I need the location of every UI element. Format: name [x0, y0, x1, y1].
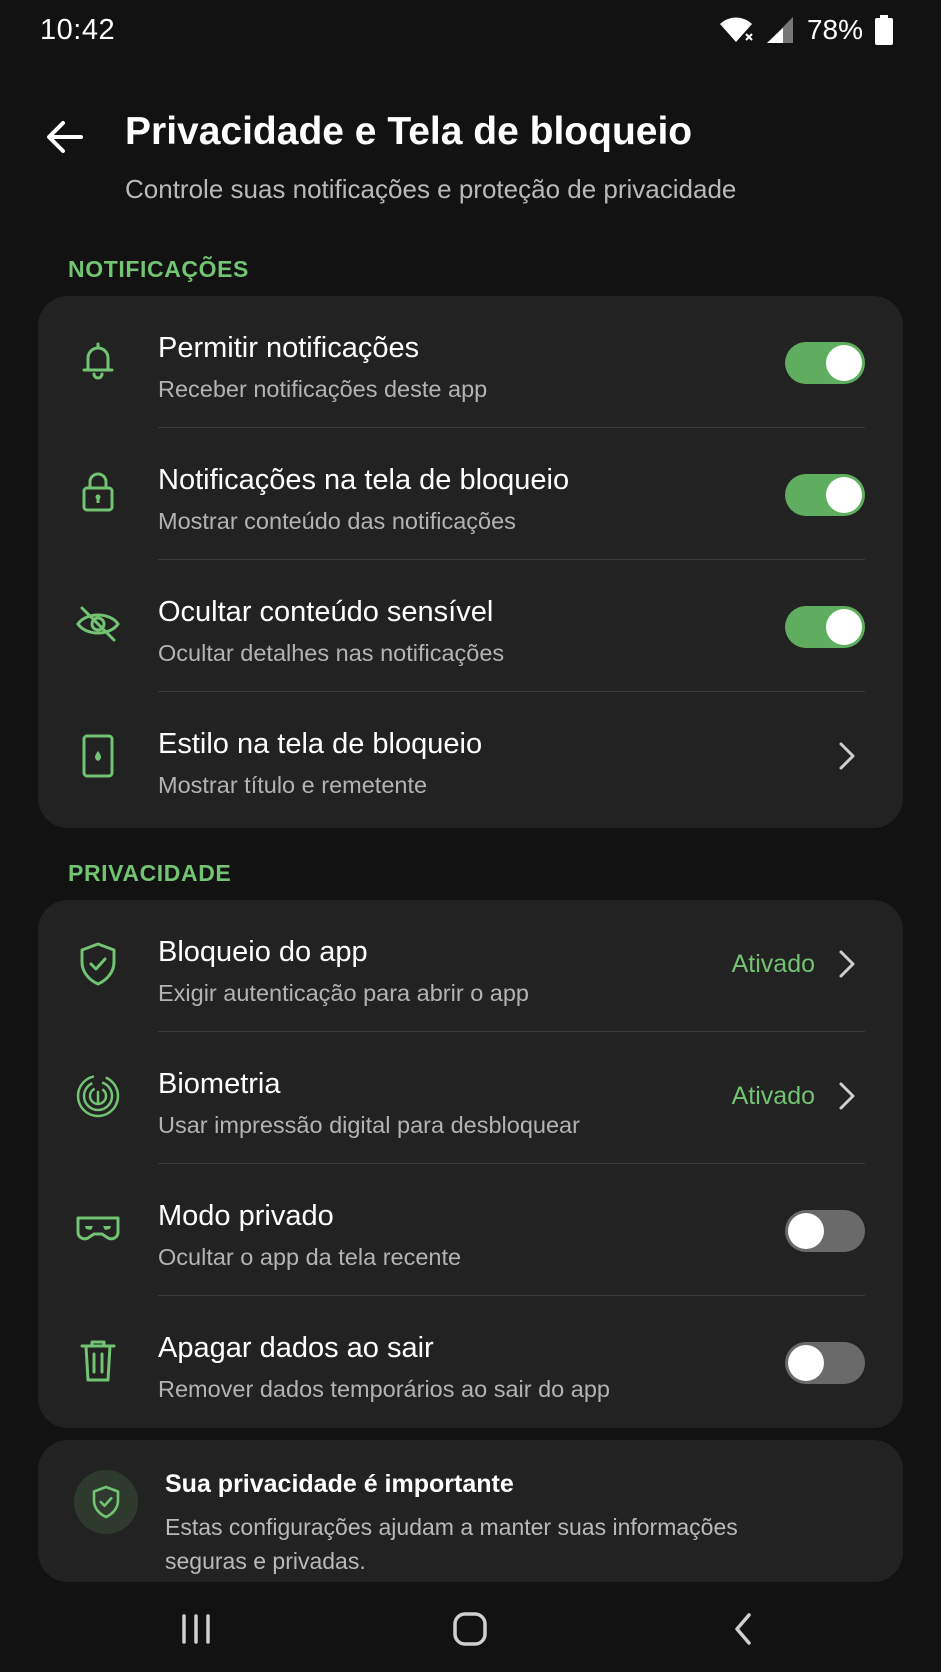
privacy-card: Bloqueio do app Exigir autenticação para…	[38, 900, 903, 1428]
arrow-left-icon	[47, 121, 83, 153]
home-icon	[453, 1612, 487, 1646]
setting-title: Modo privado	[158, 1200, 334, 1232]
setting-title: Estilo na tela de bloqueio	[158, 728, 483, 760]
navigation-bar	[0, 1590, 941, 1672]
battery-percent: 78%	[806, 14, 863, 45]
setting-title: Permitir notificações	[158, 332, 420, 364]
chevron-left-icon	[735, 1613, 751, 1645]
setting-app-lock[interactable]: Bloqueio do app Exigir autenticação para…	[38, 900, 903, 1032]
setting-hide-sensitive[interactable]: Ocultar conteúdo sensível Ocultar detalh…	[38, 560, 903, 692]
setting-biometrics[interactable]: Biometria Usar impressão digital para de…	[38, 1032, 903, 1164]
shield-check-icon	[80, 942, 116, 986]
shield-check-icon	[92, 1485, 120, 1519]
setting-lockscreen-style[interactable]: Estilo na tela de bloqueio Mostrar títul…	[38, 692, 903, 824]
setting-subtitle: Mostrar conteúdo das notificações	[158, 508, 516, 534]
info-title: Sua privacidade é importante	[165, 1470, 514, 1498]
bell-icon	[82, 342, 114, 380]
setting-title: Notificações na tela de bloqueio	[158, 464, 570, 496]
wifi-icon	[719, 17, 753, 42]
status-value: Ativado	[731, 1082, 815, 1110]
setting-title: Bloqueio do app	[158, 936, 368, 968]
setting-subtitle: Ocultar o app da tela recente	[158, 1244, 462, 1270]
setting-subtitle: Receber notificações deste app	[158, 376, 488, 402]
setting-subtitle: Mostrar título e remetente	[158, 772, 428, 798]
eye-off-icon	[76, 606, 120, 642]
trash-icon	[80, 1340, 116, 1382]
section-label-privacy: PRIVACIDADE	[68, 860, 232, 886]
setting-subtitle: Usar impressão digital para desbloquear	[158, 1112, 580, 1138]
allow-notifications-toggle[interactable]	[785, 342, 865, 384]
page-title: Privacidade e Tela de bloqueio	[125, 110, 693, 153]
status-bar: 10:42 78%	[0, 0, 941, 64]
section-label-notifications: NOTIFICAÇÕES	[68, 256, 249, 282]
info-text: Estas configurações ajudam a manter suas…	[165, 1514, 738, 1574]
hide-sensitive-toggle[interactable]	[785, 606, 865, 648]
chevron-right-icon	[839, 1082, 855, 1110]
setting-title: Apagar dados ao sair	[158, 1332, 434, 1364]
setting-subtitle: Remover dados temporários ao sair do app	[158, 1376, 610, 1402]
setting-title: Ocultar conteúdo sensível	[158, 596, 494, 628]
setting-allow-notifications[interactable]: Permitir notificações Receber notificaçõ…	[38, 296, 903, 428]
lock-icon	[82, 472, 114, 512]
notifications-card: Permitir notificações Receber notificaçõ…	[38, 296, 903, 828]
battery-icon	[875, 15, 893, 45]
private-mode-toggle[interactable]	[785, 1210, 865, 1252]
setting-title: Biometria	[158, 1068, 281, 1100]
setting-lockscreen-notifications[interactable]: Notificações na tela de bloqueio Mostrar…	[38, 428, 903, 560]
chevron-right-icon	[839, 742, 855, 770]
clear-data-toggle[interactable]	[785, 1342, 865, 1384]
signal-icon	[766, 17, 793, 43]
lockscreen-notifications-toggle[interactable]	[785, 474, 865, 516]
setting-subtitle: Exigir autenticação para abrir o app	[158, 980, 529, 1006]
privacy-info-card: Sua privacidade é importante Estas confi…	[38, 1440, 903, 1582]
setting-subtitle: Ocultar detalhes nas notificações	[158, 640, 505, 666]
mask-icon	[76, 1216, 120, 1241]
status-value: Ativado	[731, 950, 815, 978]
recent-apps-icon	[182, 1614, 210, 1644]
page-subtitle: Controle suas notificações e proteção de…	[125, 174, 737, 204]
back-button[interactable]	[42, 114, 88, 160]
chevron-right-icon	[839, 950, 855, 978]
recent-apps-button[interactable]	[166, 1604, 226, 1654]
setting-clear-data[interactable]: Apagar dados ao sair Remover dados tempo…	[38, 1296, 903, 1428]
fingerprint-icon	[76, 1074, 120, 1118]
setting-private-mode[interactable]: Modo privado Ocultar o app da tela recen…	[38, 1164, 903, 1296]
phone-lock-icon	[82, 734, 114, 778]
status-time: 10:42	[40, 14, 116, 46]
back-nav-button[interactable]	[712, 1604, 772, 1654]
home-button[interactable]	[440, 1604, 500, 1654]
